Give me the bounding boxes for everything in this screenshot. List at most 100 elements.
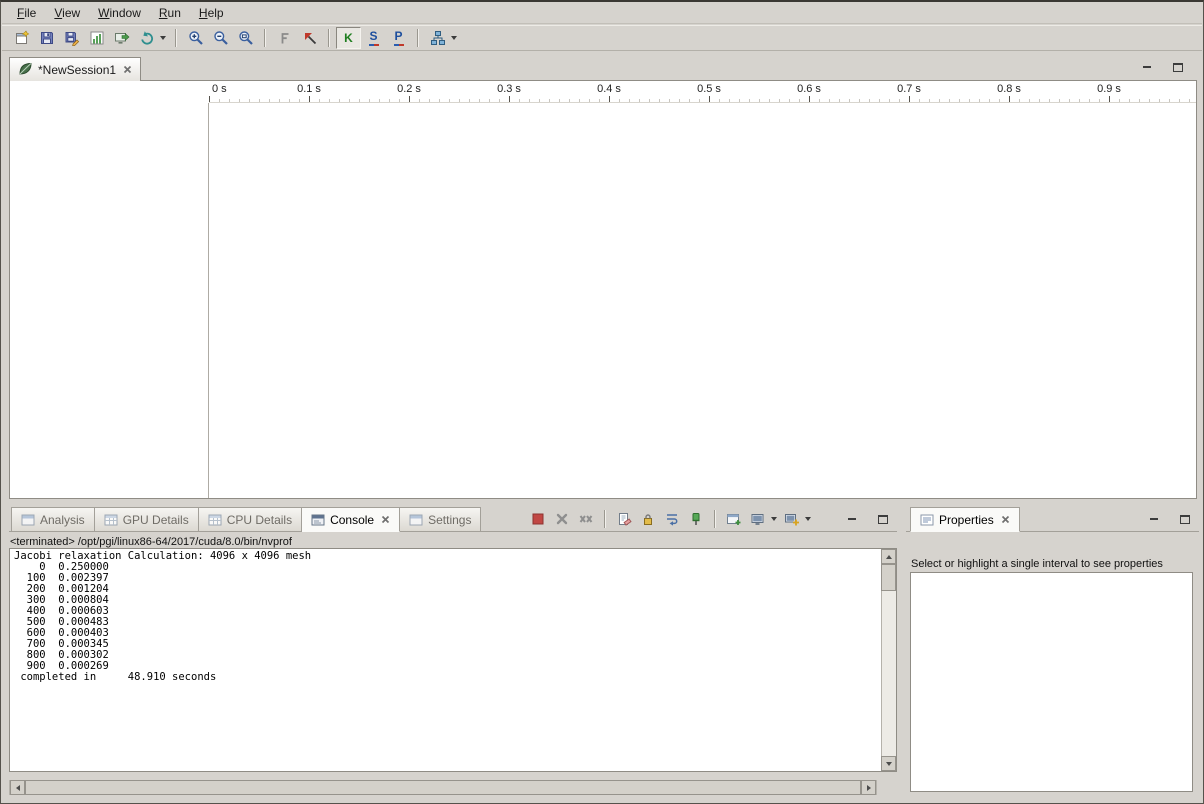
console-hscrollbar[interactable] xyxy=(9,780,877,795)
stream-s-icon: S xyxy=(369,29,379,46)
save-button[interactable] xyxy=(34,27,59,49)
console-icon xyxy=(311,513,325,527)
zoom-out-button[interactable] xyxy=(208,27,233,49)
filter-f-icon xyxy=(277,30,293,46)
tab-settings[interactable]: Settings xyxy=(400,507,481,532)
dropdown-caret-icon[interactable] xyxy=(771,517,777,521)
timeline-names-column xyxy=(10,103,209,498)
console-status-line: <terminated> /opt/pgi/linux86-64/2017/cu… xyxy=(10,536,292,548)
dropdown-caret-icon[interactable] xyxy=(805,517,811,521)
menu-run[interactable]: Run xyxy=(150,4,190,22)
nvvp-window: File View Window Run Help xyxy=(0,0,1204,804)
menu-help[interactable]: Help xyxy=(190,4,233,22)
zoom-fit-icon xyxy=(238,30,254,46)
monitor-icon xyxy=(750,511,766,527)
export-report-button[interactable] xyxy=(109,27,134,49)
open-console-icon xyxy=(784,511,800,527)
timeline-canvas[interactable] xyxy=(210,103,1196,498)
minimize-icon xyxy=(1142,62,1152,72)
remove-all-terminated-button[interactable] xyxy=(574,508,598,530)
clear-console-icon xyxy=(616,511,632,527)
stream-coloring-button[interactable]: S xyxy=(361,27,386,49)
console-text: Jacobi relaxation Calculation: 4096 x 40… xyxy=(14,551,879,769)
tab-session[interactable]: *NewSession1 xyxy=(9,57,141,81)
remove-x-icon xyxy=(554,511,570,527)
tab-properties[interactable]: Properties xyxy=(910,507,1020,532)
pin-icon xyxy=(688,511,704,527)
close-icon[interactable] xyxy=(123,65,132,74)
go-to-marker-button[interactable] xyxy=(297,27,322,49)
close-icon[interactable] xyxy=(1001,515,1010,524)
dropdown-caret-icon[interactable] xyxy=(160,36,166,40)
maximize-button[interactable] xyxy=(876,513,890,525)
arrow-up-icon xyxy=(886,555,892,559)
vscroll-thumb[interactable] xyxy=(881,564,896,591)
tab-console[interactable]: Console xyxy=(302,507,400,532)
minimize-button[interactable] xyxy=(1140,61,1154,73)
menu-file[interactable]: File xyxy=(8,4,45,22)
tab-label: Settings xyxy=(428,513,471,527)
tab-cpu-details[interactable]: CPU Details xyxy=(199,507,302,532)
zoom-out-icon xyxy=(213,30,229,46)
new-console-view-button[interactable] xyxy=(722,508,746,530)
remove-launch-button[interactable] xyxy=(550,508,574,530)
console-toolbar xyxy=(526,508,814,530)
maximize-button[interactable] xyxy=(1178,513,1192,525)
new-session-button[interactable] xyxy=(9,27,34,49)
terminate-icon xyxy=(530,511,546,527)
tab-gpu-details[interactable]: GPU Details xyxy=(95,507,199,532)
toolbar-separator xyxy=(328,29,330,47)
word-wrap-button[interactable] xyxy=(660,508,684,530)
tab-analysis[interactable]: Analysis xyxy=(11,507,95,532)
dropdown-caret-icon[interactable] xyxy=(451,36,457,40)
save-as-button[interactable] xyxy=(59,27,84,49)
profile-application-button[interactable] xyxy=(84,27,109,49)
scroll-down-button[interactable] xyxy=(881,756,896,771)
scroll-left-button[interactable] xyxy=(10,780,25,795)
tab-label: Analysis xyxy=(40,513,85,527)
scroll-right-button[interactable] xyxy=(861,780,876,795)
minimize-icon xyxy=(1149,514,1159,524)
minimize-button[interactable] xyxy=(1147,513,1161,525)
minimize-icon xyxy=(847,514,857,524)
kernel-coloring-button[interactable]: K xyxy=(336,27,361,49)
console-panel-header: Analysis GPU Details CPU Details Console xyxy=(9,507,897,532)
zoom-in-button[interactable] xyxy=(183,27,208,49)
circular-arrow-icon xyxy=(139,30,155,46)
console-panel: Analysis GPU Details CPU Details Console xyxy=(9,507,897,799)
run-analysis-button[interactable] xyxy=(425,27,450,49)
tab-label: CPU Details xyxy=(227,513,292,527)
maximize-icon xyxy=(878,515,888,524)
scroll-lock-button[interactable] xyxy=(636,508,660,530)
arrow-down-icon xyxy=(886,762,892,766)
save-as-icon xyxy=(64,30,80,46)
process-coloring-button[interactable]: P xyxy=(386,27,411,49)
zoom-fit-button[interactable] xyxy=(233,27,258,49)
export-icon xyxy=(114,30,130,46)
remove-all-x-icon xyxy=(578,511,594,527)
scroll-up-button[interactable] xyxy=(881,549,896,564)
display-selected-console-button[interactable] xyxy=(746,508,770,530)
settings-view-icon xyxy=(409,513,423,527)
menu-window[interactable]: Window xyxy=(89,4,150,22)
arrow-right-icon xyxy=(867,785,871,791)
timeline-ruler[interactable]: 0 s 0.1 s 0.2 s 0.3 s 0.4 s 0.5 s 0.6 s … xyxy=(209,81,1196,103)
open-console-button[interactable] xyxy=(780,508,804,530)
tab-label: Properties xyxy=(939,513,994,527)
kernel-k-icon: K xyxy=(344,32,353,44)
maximize-icon xyxy=(1180,515,1190,524)
console-vscrollbar[interactable] xyxy=(881,549,896,771)
maximize-button[interactable] xyxy=(1171,61,1185,73)
filter-timeline-button[interactable] xyxy=(272,27,297,49)
minimize-button[interactable] xyxy=(845,513,859,525)
pin-console-button[interactable] xyxy=(684,508,708,530)
reset-view-button[interactable] xyxy=(134,27,159,49)
toolbar-separator xyxy=(264,29,266,47)
clear-console-button[interactable] xyxy=(612,508,636,530)
hscroll-thumb[interactable] xyxy=(25,780,861,795)
close-icon[interactable] xyxy=(381,515,390,524)
terminate-button[interactable] xyxy=(526,508,550,530)
session-icon xyxy=(18,61,33,79)
menu-view[interactable]: View xyxy=(45,4,89,22)
toolbar-separator xyxy=(417,29,419,47)
